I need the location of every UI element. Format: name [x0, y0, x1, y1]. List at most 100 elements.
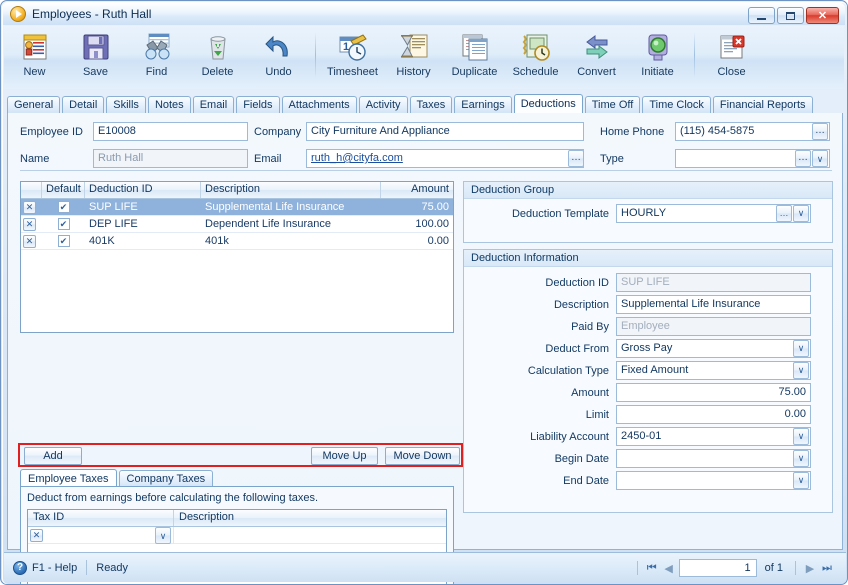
begin-date-chevron-down-icon[interactable]: ∨ — [793, 450, 809, 467]
close-button[interactable]: ✕ — [806, 7, 839, 24]
calculation-type-select[interactable]: Fixed Amount — [616, 361, 811, 380]
default-checkbox[interactable]: ✔ — [57, 201, 70, 213]
minimize-button[interactable] — [748, 7, 775, 24]
paid-by-input: Employee — [616, 317, 811, 336]
previous-record-icon[interactable]: ◀ — [662, 562, 676, 575]
help-label[interactable]: F1 - Help — [32, 562, 77, 574]
name-input: Ruth Hall — [93, 149, 248, 168]
tab-deductions[interactable]: Deductions — [513, 94, 583, 113]
table-row[interactable]: ✕ ✔ 401K 401k 0.00 — [21, 233, 453, 250]
end-date-select[interactable] — [616, 471, 811, 490]
liability-account-chevron-down-icon[interactable]: ∨ — [793, 428, 809, 445]
grid-col-default[interactable]: Default — [42, 182, 85, 198]
field-label-deduction-id: Deduction ID — [545, 277, 609, 289]
toolbar-label: Find — [145, 66, 168, 78]
tab-skills[interactable]: Skills — [106, 96, 146, 113]
deduct-from-chevron-down-icon[interactable]: ∨ — [793, 340, 809, 357]
delete-row-button[interactable]: ✕ — [23, 201, 36, 214]
field-label-begin-date: Begin Date — [554, 453, 609, 465]
toolbar-button-history[interactable]: History — [383, 26, 444, 87]
description-input[interactable]: Supplemental Life Insurance — [616, 295, 811, 314]
toolbar-button-timesheet[interactable]: 1 Timesheet — [322, 26, 383, 87]
tab-general[interactable]: General — [7, 96, 61, 113]
home-phone-input[interactable]: (115) 454-5875 — [675, 122, 830, 141]
tab-time-off[interactable]: Time Off — [584, 96, 641, 113]
default-checkbox[interactable]: ✔ — [57, 218, 70, 230]
tax-col-description[interactable]: Description — [174, 510, 446, 526]
toolbar-label: New — [23, 66, 46, 78]
move-down-button[interactable]: Move Down — [385, 447, 460, 465]
tab-employee-taxes[interactable]: Employee Taxes — [20, 469, 117, 487]
employee-id-input[interactable]: E10008 — [93, 122, 248, 141]
toolbar-button-initiate[interactable]: Initiate — [627, 26, 688, 87]
tab-notes[interactable]: Notes — [147, 96, 191, 113]
tab-fields[interactable]: Fields — [236, 96, 280, 113]
amount-input[interactable]: 75.00 — [616, 383, 811, 402]
tax-id-chevron-down-icon[interactable]: ∨ — [155, 526, 171, 544]
tab-financial-reports[interactable]: Financial Reports — [712, 96, 813, 113]
last-record-icon[interactable]: ⏭ — [820, 562, 834, 575]
limit-input[interactable]: 0.00 — [616, 405, 811, 424]
field-label-amount: Amount — [571, 387, 609, 399]
deduction-information-box: Deduction Information Deduction ID SUP L… — [463, 249, 833, 513]
type-ellipsis-button[interactable]: … — [795, 150, 811, 167]
begin-date-select[interactable] — [616, 449, 811, 468]
delete-row-button[interactable]: ✕ — [23, 218, 36, 231]
schedule-calendar-icon — [520, 31, 552, 63]
email-ellipsis-button[interactable]: … — [568, 150, 584, 167]
taxes-note: Deduct from earnings before calculating … — [27, 492, 319, 504]
tab-time-clock[interactable]: Time Clock — [642, 96, 711, 113]
tab-attachments[interactable]: Attachments — [281, 96, 357, 113]
toolbar-button-delete[interactable]: Delete — [187, 26, 248, 87]
calculation-type-chevron-down-icon[interactable]: ∨ — [793, 362, 809, 379]
toolbar-label: Save — [82, 66, 109, 78]
delete-row-button[interactable]: ✕ — [30, 528, 43, 542]
type-label: Type — [600, 153, 624, 165]
maximize-button[interactable] — [777, 7, 804, 24]
move-up-button[interactable]: Move Up — [311, 447, 378, 465]
type-dropdown-chevron-down-icon[interactable]: ∨ — [812, 150, 828, 167]
field-label-paid-by: Paid By — [571, 321, 609, 333]
next-record-icon[interactable]: ▶ — [803, 562, 817, 575]
table-row[interactable]: ✕ ✔ SUP LIFE Supplemental Life Insurance… — [21, 199, 453, 216]
toolbar-button-close[interactable]: Close — [701, 26, 762, 87]
tax-col-tax-id[interactable]: Tax ID — [28, 510, 174, 526]
grid-col-amount[interactable]: Amount — [381, 182, 453, 198]
deduction-template-ellipsis-button[interactable]: … — [776, 205, 792, 222]
tab-email[interactable]: Email — [192, 96, 235, 113]
table-row[interactable]: ✕ ✔ DEP LIFE Dependent Life Insurance 10… — [21, 216, 453, 233]
toolbar-button-schedule[interactable]: Schedule — [505, 26, 566, 87]
table-row[interactable]: ✕ ∨ — [28, 526, 446, 544]
deductions-grid-header: Default Deduction ID Description Amount — [21, 182, 453, 199]
tab-earnings[interactable]: Earnings — [454, 96, 512, 113]
tab-activity[interactable]: Activity — [358, 96, 408, 113]
tab-detail[interactable]: Detail — [62, 96, 105, 113]
deduct-from-select[interactable]: Gross Pay — [616, 339, 811, 358]
toolbar-button-save[interactable]: Save — [65, 26, 126, 87]
deduction-template-chevron-down-icon[interactable]: ∨ — [793, 205, 809, 222]
toolbar-button-duplicate[interactable]: Duplicate — [444, 26, 505, 87]
deductions-grid[interactable]: Default Deduction ID Description Amount … — [20, 181, 454, 333]
liability-account-select[interactable]: 2450-01 — [616, 427, 811, 446]
grid-col-description[interactable]: Description — [201, 182, 381, 198]
page-number-input[interactable]: 1 — [678, 559, 757, 577]
company-input[interactable]: City Furniture And Appliance — [306, 122, 584, 141]
toolbar-button-convert[interactable]: Convert — [566, 26, 627, 87]
add-button[interactable]: Add — [24, 447, 82, 465]
end-date-chevron-down-icon[interactable]: ∨ — [793, 472, 809, 489]
delete-row-button[interactable]: ✕ — [23, 235, 36, 248]
tab-taxes[interactable]: Taxes — [409, 96, 453, 113]
grid-col-deduction-id[interactable]: Deduction ID — [85, 182, 201, 198]
toolbar-button-new[interactable]: New — [4, 26, 65, 87]
toolbar-button-find[interactable]: Find — [126, 26, 187, 87]
employee-header-fields: Employee ID E10008 Name Ruth Hall Compan… — [8, 113, 844, 171]
tab-company-taxes[interactable]: Company Taxes — [118, 470, 214, 487]
first-record-icon[interactable]: ⏮ — [645, 562, 659, 575]
home-phone-ellipsis-button[interactable]: … — [812, 123, 828, 140]
email-label: Email — [254, 153, 282, 165]
email-input[interactable]: ruth_h@cityfa.com — [306, 149, 584, 168]
toolbar-label: History — [396, 66, 431, 78]
toolbar-button-undo[interactable]: Undo — [248, 26, 309, 87]
default-checkbox[interactable]: ✔ — [57, 235, 70, 247]
help-icon[interactable]: ? — [13, 560, 27, 575]
